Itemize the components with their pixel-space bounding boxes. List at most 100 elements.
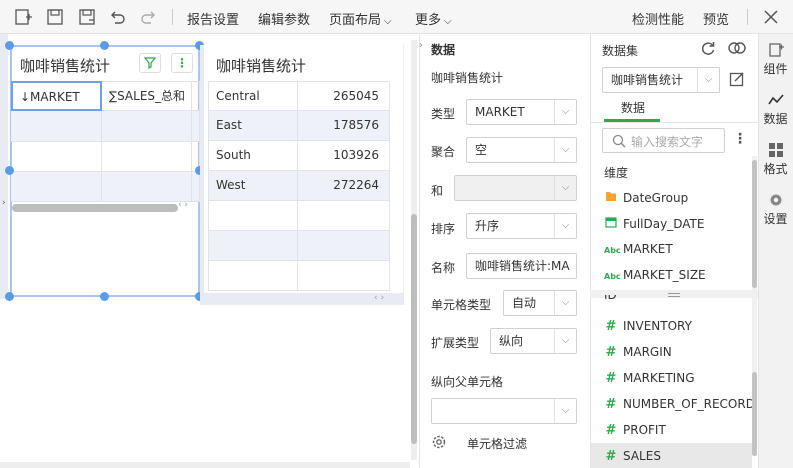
save-as-icon[interactable] xyxy=(78,8,96,26)
table1-cell[interactable] xyxy=(102,142,192,172)
edit-params-menu[interactable]: 编辑参数 xyxy=(258,9,310,28)
field-label: MARGIN xyxy=(623,345,672,359)
gear-icon[interactable] xyxy=(431,434,447,450)
table2-market-cell[interactable]: South xyxy=(208,141,298,171)
rail-components[interactable]: 组件 xyxy=(758,42,793,77)
canvas-hscrollbar[interactable] xyxy=(0,462,410,468)
table2-cell[interactable] xyxy=(208,261,298,291)
table2-cell[interactable] xyxy=(208,201,298,231)
field-market[interactable]: Abc MARKET xyxy=(604,242,673,256)
page-layout-menu[interactable]: 页面布局 ⌵ xyxy=(329,9,392,28)
table2-sales-cell[interactable]: 103926 xyxy=(298,141,390,171)
parent-cell-label: 纵向父单元格 xyxy=(431,375,504,389)
more-menu[interactable]: 更多 ⌵ xyxy=(415,9,452,28)
table2-market-cell[interactable]: Central xyxy=(208,81,298,111)
table2-sales-cell[interactable]: 272264 xyxy=(298,171,390,201)
dataset-link-icon[interactable] xyxy=(727,40,747,56)
rail-label: 数据 xyxy=(763,112,788,126)
aggregate-select-value: 空 xyxy=(475,143,488,157)
field-label: PROFIT xyxy=(623,423,666,437)
field-market-size[interactable]: Abc MARKET_SIZE xyxy=(604,268,706,282)
resize-handle[interactable] xyxy=(5,292,14,301)
rail-settings[interactable]: 设置 xyxy=(758,192,793,227)
close-icon[interactable] xyxy=(762,8,780,26)
type-select-value: MARKET xyxy=(475,105,525,119)
field-label: MARKET xyxy=(623,242,673,256)
filter-icon[interactable] xyxy=(139,53,161,73)
table2-market-cell[interactable]: West xyxy=(208,171,298,201)
table1-cell[interactable] xyxy=(11,111,102,142)
undo-icon[interactable] xyxy=(108,8,126,26)
dataset-select[interactable]: 咖啡销售统计 ⌵ xyxy=(602,67,720,93)
field-id-partial[interactable]: ID xyxy=(604,295,744,303)
cell-type-select[interactable]: 自动 ⌵ xyxy=(503,290,577,316)
edit-icon[interactable] xyxy=(729,71,745,87)
table1-cell xyxy=(192,172,200,202)
and-select[interactable]: ⌵ xyxy=(454,175,577,201)
preview-button[interactable]: 预览 xyxy=(703,9,729,28)
name-input[interactable]: 咖啡销售统计:MA xyxy=(466,253,577,279)
resize-handle[interactable] xyxy=(100,41,109,50)
field-sales[interactable]: # SALES xyxy=(604,449,661,464)
hash-icon: # xyxy=(605,371,617,386)
divider xyxy=(747,9,748,25)
hscroll-arrows-icon[interactable]: ‹ › xyxy=(178,200,188,210)
table2-cell[interactable] xyxy=(298,231,390,261)
top-toolbar: 报告设置 编辑参数 页面布局 ⌵ 更多 ⌵ 检测性能 预览 xyxy=(0,0,793,34)
table1-cell[interactable] xyxy=(11,172,102,202)
table1-header-sales[interactable]: ∑SALES_总和 xyxy=(102,81,192,111)
rail-format[interactable]: 格式 xyxy=(758,142,793,177)
redo-icon[interactable] xyxy=(140,8,158,26)
table1-header-market[interactable]: ↓MARKET xyxy=(11,81,102,111)
check-performance-button[interactable]: 检测性能 xyxy=(632,9,684,28)
field-number-of-records[interactable]: # NUMBER_OF_RECORDS xyxy=(604,397,752,412)
table1-cell[interactable] xyxy=(11,142,102,172)
type-label: 类型 xyxy=(431,107,456,121)
table2-sales-cell[interactable]: 178576 xyxy=(298,111,390,141)
abc-icon: Abc xyxy=(604,246,621,255)
table2-cell[interactable] xyxy=(298,201,390,231)
field-profit[interactable]: # PROFIT xyxy=(604,423,666,438)
report-settings-menu[interactable]: 报告设置 xyxy=(187,9,239,28)
canvas-vscrollbar-thumb[interactable] xyxy=(411,214,417,444)
more-options-icon[interactable]: ⋮ xyxy=(171,53,193,73)
resize-handle[interactable] xyxy=(100,292,109,301)
new-icon[interactable] xyxy=(14,8,32,26)
cell-filter-link[interactable]: 单元格过滤 xyxy=(467,435,527,452)
field-margin[interactable]: # MARGIN xyxy=(604,345,672,360)
sort-select[interactable]: 升序 ⌵ xyxy=(466,213,577,239)
collapse-panel-icon[interactable]: › xyxy=(419,40,423,51)
save-icon[interactable] xyxy=(46,8,64,26)
resize-handle[interactable] xyxy=(5,166,14,175)
table1-hscrollbar[interactable] xyxy=(12,204,178,212)
field-inventory[interactable]: # INVENTORY xyxy=(604,319,692,334)
rail-data[interactable]: 数据 xyxy=(758,92,793,127)
refresh-icon[interactable] xyxy=(700,40,716,56)
table2-sales-cell[interactable]: 265045 xyxy=(298,81,390,111)
type-select[interactable]: MARKET ⌵ xyxy=(466,99,577,125)
hscroll-arrows-icon[interactable]: ‹ › xyxy=(374,293,384,303)
expand-type-select[interactable]: 纵向 ⌵ xyxy=(490,328,577,354)
expand-left-icon[interactable]: › xyxy=(2,198,6,208)
rail-label: 格式 xyxy=(763,162,788,176)
tab-data[interactable]: 数据 xyxy=(621,99,645,116)
table2-cell[interactable] xyxy=(208,231,298,261)
table2-market-cell[interactable]: East xyxy=(208,111,298,141)
divider xyxy=(172,9,173,25)
measures-vscrollbar-thumb[interactable] xyxy=(752,372,757,456)
search-input[interactable]: 输入搜索文字 xyxy=(602,128,725,153)
dimensions-vscrollbar-thumb[interactable] xyxy=(752,160,757,288)
table2-cell[interactable] xyxy=(298,261,390,291)
table1-cell[interactable] xyxy=(102,172,192,202)
field-marketing[interactable]: # MARKETING xyxy=(604,371,695,386)
table1-cell[interactable] xyxy=(102,111,192,142)
parent-cell-select[interactable]: ⌵ xyxy=(431,398,577,424)
drag-grip-icon xyxy=(668,293,680,294)
chevron-down-icon: ⌵ xyxy=(554,100,576,124)
field-dategroup[interactable]: DateGroup xyxy=(604,190,688,205)
resize-handle[interactable] xyxy=(5,41,14,50)
aggregate-select[interactable]: 空 ⌵ xyxy=(466,137,577,163)
field-fullday-date[interactable]: FullDay_DATE xyxy=(604,216,704,231)
folder-icon xyxy=(604,190,618,205)
more-options-icon[interactable]: ⋮ xyxy=(733,131,747,147)
